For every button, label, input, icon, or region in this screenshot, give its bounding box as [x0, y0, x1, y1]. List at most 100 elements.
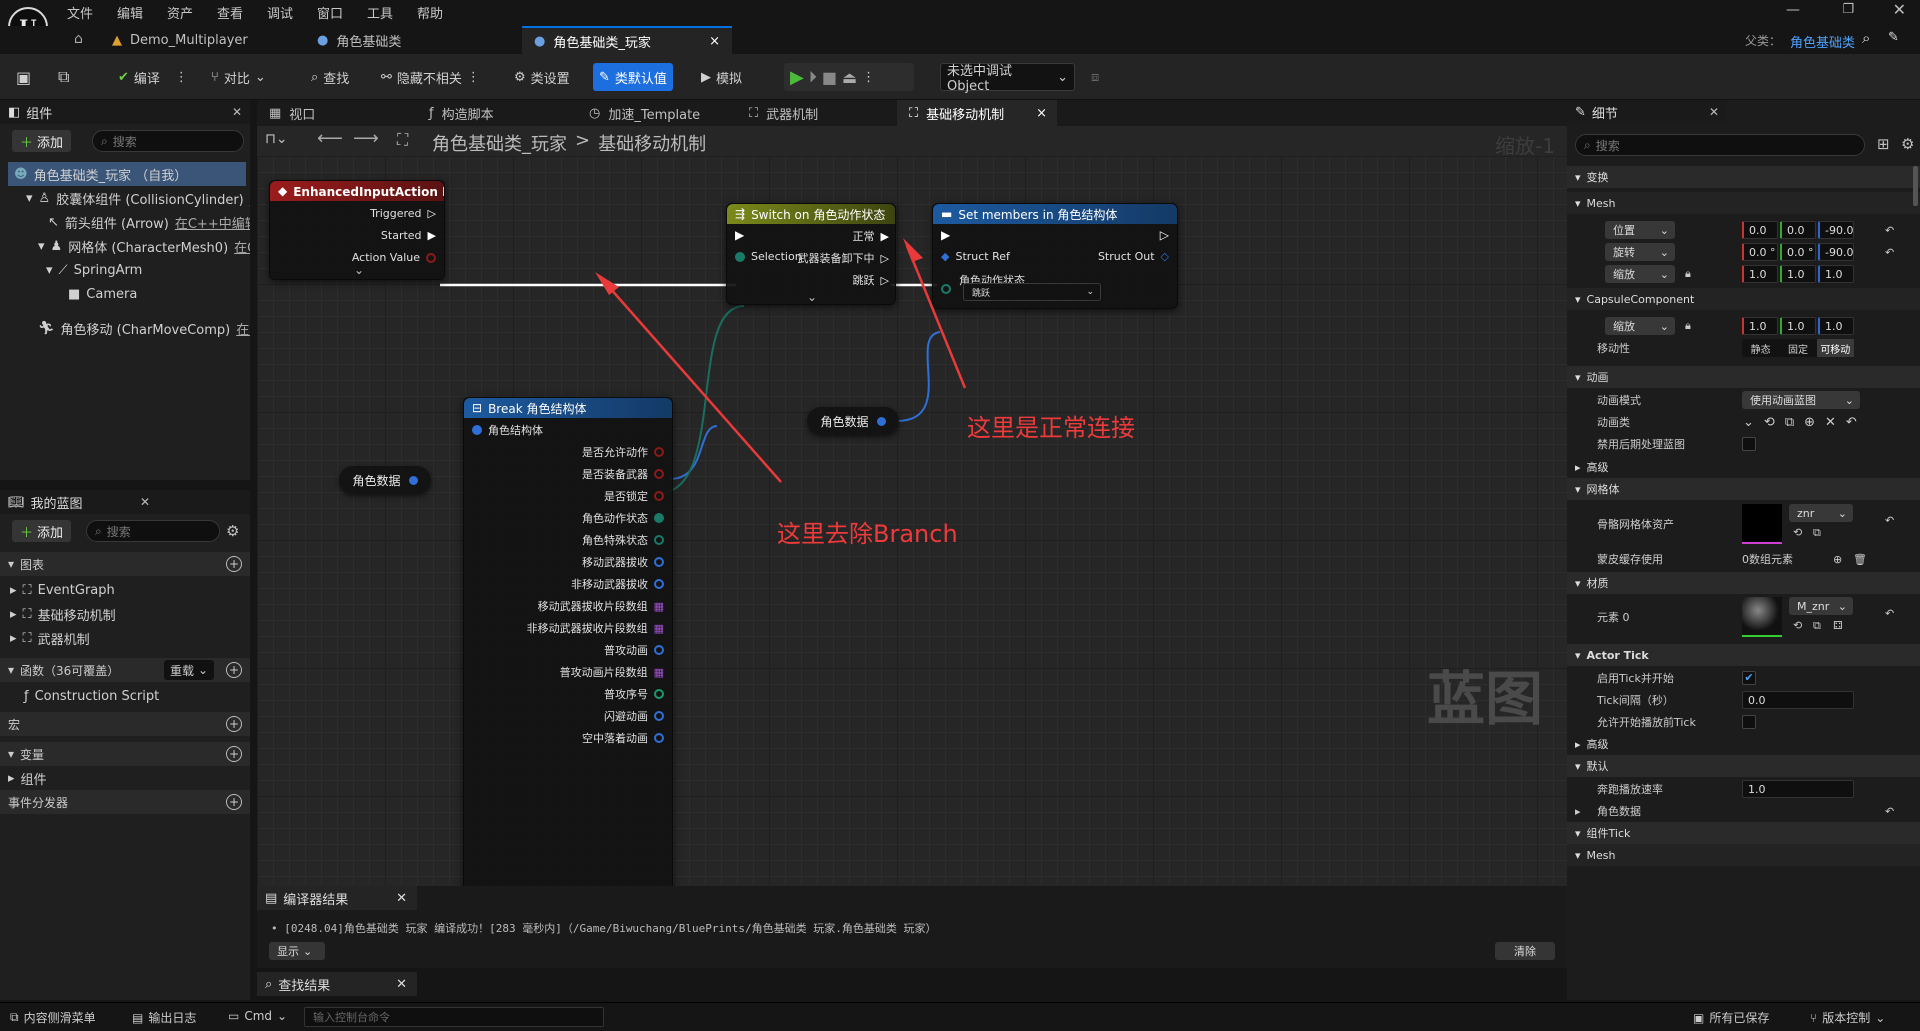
close-icon[interactable]: ✕	[232, 105, 242, 119]
more-icon[interactable]: ⋮	[175, 70, 188, 85]
row-char-data[interactable]: ▸ 角色数据 ↶	[1567, 800, 1920, 822]
expand-icon[interactable]: ▾	[46, 263, 53, 278]
section-graphs[interactable]: ▾ 图表 +	[0, 552, 250, 576]
scale-dropdown[interactable]: 缩放 ⌄	[1605, 265, 1675, 283]
tree-edit-link[interactable]: 在C++中编辑	[175, 213, 250, 232]
rotation-y-field[interactable]: 0.0 °	[1780, 243, 1816, 261]
console-input[interactable]: 输入控制台命令	[304, 1007, 604, 1027]
run-speed-field[interactable]: 1.0	[1742, 780, 1854, 798]
menu-debug[interactable]: 调试	[267, 3, 293, 22]
section-advanced-2[interactable]: ▸ 高级	[1567, 733, 1920, 755]
browse-icon[interactable]: ⧉	[1813, 619, 1821, 633]
gear-icon[interactable]: ⚙	[226, 522, 239, 540]
tree-item-arrow[interactable]: ↖ 箭头组件 (Arrow) 在C++中编辑	[48, 210, 250, 234]
graph-item-basic-movement[interactable]: ▸ ⛶ 基础移动机制	[10, 602, 116, 626]
add-member-button[interactable]: ＋添加	[12, 520, 72, 542]
scale-y-field[interactable]: 1.0	[1780, 265, 1816, 283]
tab-weapon[interactable]: ⛶ 武器机制	[737, 100, 830, 126]
tree-item-springarm[interactable]: ▾ ⟋ SpringArm	[46, 258, 142, 282]
reset-icon[interactable]: ↶	[1885, 246, 1894, 259]
menu-help[interactable]: 帮助	[417, 3, 443, 22]
tick-before-begin-checkbox[interactable]	[1742, 715, 1756, 729]
graph-item-eventgraph[interactable]: ▸ ⛶ EventGraph	[10, 578, 115, 602]
more-icon[interactable]: ⋮	[467, 70, 480, 85]
section-advanced[interactable]: ▸ 高级	[1567, 456, 1920, 478]
class-defaults-button[interactable]: ✎ 类默认值	[593, 63, 673, 91]
menu-view[interactable]: 查看	[217, 3, 243, 22]
section-functions[interactable]: ▾ 函数（36可覆盖） 重载 ⌄ +	[0, 658, 250, 682]
menu-asset[interactable]: 资产	[167, 3, 193, 22]
chevron-down-icon[interactable]: ⌄	[1743, 415, 1754, 430]
save-icon[interactable]: ▣	[10, 63, 37, 91]
details-scrollbar[interactable]	[1913, 166, 1918, 206]
use-selected-icon[interactable]: ⟲	[1793, 526, 1802, 539]
section-transform[interactable]: ▾ 变换	[1567, 166, 1920, 188]
find-button[interactable]: ⌕ 查找	[305, 63, 355, 91]
menu-tools[interactable]: 工具	[367, 3, 393, 22]
mobility-static[interactable]: 静态	[1742, 339, 1779, 357]
material-dropdown[interactable]: M_znr ⌄	[1789, 597, 1853, 615]
location-y-field[interactable]: 0.0	[1780, 221, 1816, 239]
add-graph-icon[interactable]: +	[226, 556, 242, 572]
close-window-icon[interactable]: ✕	[1893, 0, 1906, 19]
override-dropdown[interactable]: 重载 ⌄	[164, 660, 215, 680]
diff-button[interactable]: ⑂ 对比 ⌄	[205, 63, 272, 91]
menu-file[interactable]: 文件	[67, 3, 93, 22]
disable-pp-checkbox[interactable]	[1742, 437, 1756, 451]
component-search-input[interactable]: ⌕ 搜索	[92, 130, 244, 152]
delete-icon[interactable]: 🗑︎	[1853, 553, 1867, 566]
table-view-icon[interactable]: ⊞	[1877, 135, 1890, 153]
material-thumbnail[interactable]	[1742, 597, 1782, 637]
start-tick-checkbox[interactable]: ✔	[1742, 671, 1756, 685]
mesh-thumbnail[interactable]	[1742, 504, 1782, 544]
source-control-button[interactable]: ⑂ 版本控制 ⌄	[1810, 1009, 1885, 1026]
bookmark-icon[interactable]: ⊓⌄	[265, 131, 288, 147]
capsule-scale-dropdown[interactable]: 缩放 ⌄	[1605, 317, 1675, 335]
section-component-tick[interactable]: ▾ 组件Tick	[1567, 822, 1920, 844]
expand-icon[interactable]: ▾	[38, 239, 45, 254]
close-icon[interactable]: ✕	[1709, 105, 1719, 119]
capsule-scale-x-field[interactable]: 1.0	[1742, 317, 1778, 335]
lock-icon[interactable]: 🔒︎	[1685, 267, 1691, 281]
use-selected-icon[interactable]: ⟲	[1793, 619, 1802, 632]
tab-basic-movement[interactable]: ⛶ 基础移动机制 ×	[897, 100, 1057, 126]
tab-character-player[interactable]: ● 角色基础类_玩家 ×	[522, 26, 732, 54]
clear-button[interactable]: 清除	[1495, 942, 1555, 960]
clear-icon[interactable]: ✕	[1825, 415, 1836, 430]
content-drawer-button[interactable]: ⧉ 内容侧滑菜单	[10, 1009, 96, 1026]
close-icon[interactable]: ✕	[140, 495, 150, 509]
parent-class-link[interactable]: 角色基础类	[1790, 32, 1855, 51]
eject-icon[interactable]: ⏏	[842, 68, 857, 87]
expand-icon[interactable]: ▾	[26, 191, 33, 206]
scale-x-field[interactable]: 1.0	[1742, 265, 1778, 283]
add-macro-icon[interactable]: +	[226, 716, 242, 732]
close-icon[interactable]: ✕	[396, 977, 407, 992]
graph-item-weapon[interactable]: ▸ ⛶ 武器机制	[10, 626, 90, 650]
close-icon[interactable]: ✕	[396, 891, 407, 906]
compile-button[interactable]: ✔ 编译 ⋮	[112, 63, 194, 91]
menu-window[interactable]: 窗口	[317, 3, 343, 22]
find-results-tab[interactable]: ⌕ 查找结果 ✕	[257, 972, 417, 996]
tree-edit-link[interactable]: 在C	[236, 319, 250, 338]
reset-icon[interactable]: ↶	[1885, 805, 1894, 818]
blueprint-graph[interactable]: ◆EnhancedInputAction IA_跳跃 Triggered▷ St…	[257, 156, 1567, 886]
more-icon[interactable]: ⋮	[862, 70, 875, 85]
step-icon[interactable]: ⏵	[809, 67, 817, 87]
section-actor-tick[interactable]: ▾ Actor Tick	[1567, 644, 1920, 666]
stop-icon[interactable]: ■	[822, 68, 837, 87]
back-arrow-icon[interactable]: ⟵	[317, 128, 343, 149]
tab-accel-template[interactable]: ◷ 加速_Template	[577, 100, 712, 126]
section-mesh-asset[interactable]: ▾ 网格体	[1567, 478, 1920, 500]
reset-icon[interactable]: ↶	[1885, 607, 1894, 620]
section-dispatchers[interactable]: 事件分发器 +	[0, 790, 250, 814]
variable-group-components[interactable]: ▸ 组件	[8, 766, 47, 790]
reset-icon[interactable]: ↶	[1846, 415, 1857, 430]
add-function-icon[interactable]: +	[226, 662, 242, 678]
add-component-button[interactable]: ＋添加	[12, 130, 72, 152]
debug-icon[interactable]: ⧈	[1085, 63, 1105, 91]
capsule-scale-z-field[interactable]: 1.0	[1818, 317, 1854, 335]
minimize-icon[interactable]: —	[1786, 2, 1800, 18]
scale-z-field[interactable]: 1.0	[1818, 265, 1854, 283]
class-settings-button[interactable]: ⚙ 类设置	[508, 63, 576, 91]
browse-icon[interactable]: ⧉	[1785, 415, 1794, 430]
